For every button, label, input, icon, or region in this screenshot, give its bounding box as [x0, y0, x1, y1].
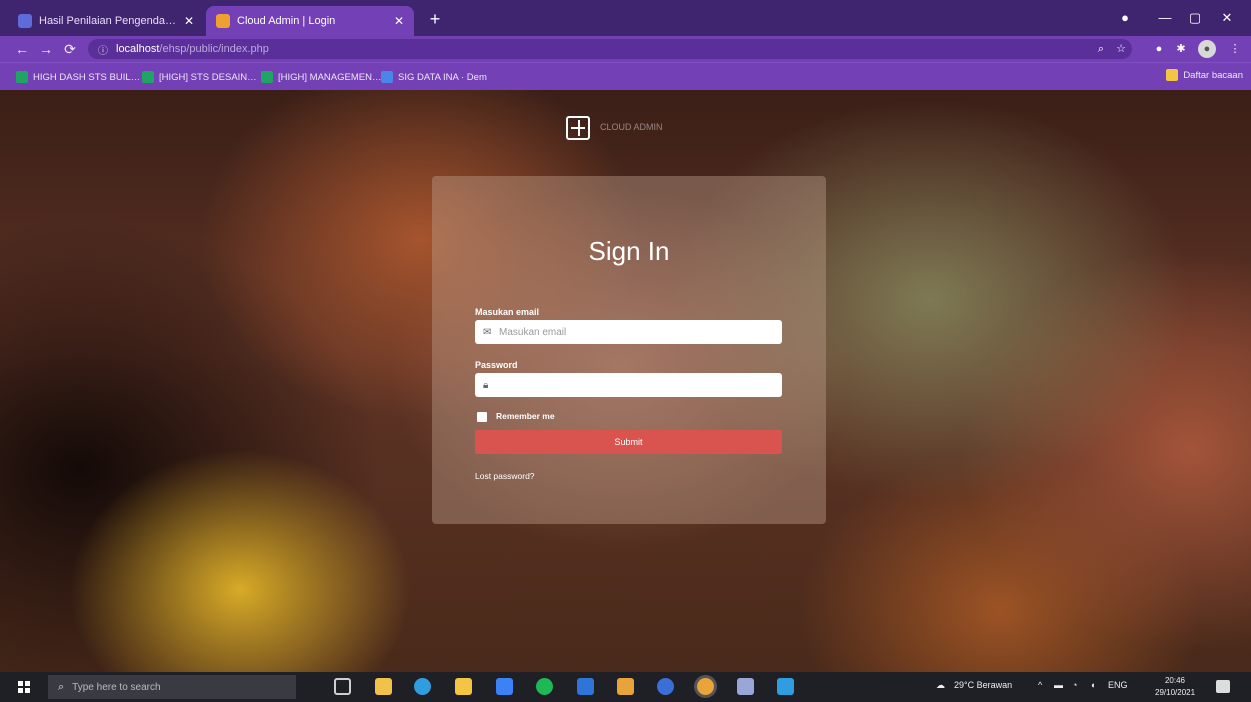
minimize-icon[interactable]: — [1150, 8, 1180, 28]
login-card: Sign In Masukan email ✉ Password 🔒︎ Reme… [432, 176, 826, 524]
close-icon[interactable]: ✕ [184, 14, 194, 28]
reading-list[interactable]: Daftar bacaan [1166, 69, 1243, 81]
chrome-icon[interactable] [697, 678, 714, 695]
bookmark-green-icon [261, 71, 273, 83]
spotify-icon[interactable] [536, 678, 553, 695]
file-explorer-icon[interactable] [375, 678, 392, 695]
reading-list-icon [1166, 69, 1179, 81]
clock[interactable]: 20:46 29/10/2021 [1155, 675, 1195, 699]
remember-label: Remember me [496, 411, 555, 421]
tab-title: Cloud Admin | Login [237, 15, 336, 27]
app-red-blue-icon[interactable] [657, 678, 674, 695]
forward-icon[interactable]: → [36, 39, 56, 59]
zoom-icon[interactable]: ⌕ [1092, 40, 1110, 58]
spreadsheet-favicon-icon [18, 14, 32, 28]
tab-title: Hasil Penilaian Pengendalian … [39, 15, 178, 27]
edge-icon[interactable] [414, 678, 431, 695]
submit-button[interactable]: Submit [475, 430, 782, 454]
bookmark-green-icon [16, 71, 28, 83]
bookmark-item[interactable]: [HIGH] STS DESAIN… [142, 69, 257, 85]
new-tab-button[interactable]: + [424, 8, 446, 30]
taskbar: ⌕ Type here to search ☁ 29°C Berawan ^ ▬… [0, 672, 1251, 702]
email-input[interactable] [499, 326, 769, 338]
email-label: Masukan email [475, 307, 540, 317]
remember-checkbox[interactable] [477, 412, 487, 422]
mail-icon[interactable] [496, 678, 513, 695]
logo-text: CLOUD ADMIN [600, 122, 663, 132]
reload-icon[interactable]: ⟳ [60, 39, 80, 59]
clock-time: 20:46 [1164, 676, 1186, 685]
notification-icon[interactable] [1216, 680, 1230, 693]
page-title: Sign In [588, 236, 670, 266]
search-icon: ⌕ [58, 680, 65, 693]
bookmark-label: HIGH DASH STS BUIL… [33, 71, 141, 83]
bookmark-label: SIG DATA INA · Dem [398, 71, 487, 83]
email-field[interactable]: ✉ [475, 320, 782, 344]
weather-text[interactable]: 29°C Berawan [954, 680, 1012, 690]
store-icon[interactable] [455, 678, 472, 695]
browser-tab-1[interactable]: Cloud Admin | Login ✕ [206, 6, 414, 36]
cloud-admin-favicon-icon [216, 14, 230, 28]
battery-icon[interactable]: ▬ [1054, 680, 1063, 690]
menu-icon[interactable]: ⋮ [1226, 40, 1244, 58]
chevron-up-icon[interactable]: ^ [1038, 680, 1042, 690]
bookmark-blue-icon [381, 71, 393, 83]
lost-password-link[interactable]: Lost password? [475, 471, 535, 481]
extension-icon[interactable]: ● [1150, 40, 1168, 58]
address-bar[interactable]: ⓘ localhost /ehsp/public/index.php [88, 39, 1132, 59]
page-background: CLOUD ADMIN Sign In Masukan email ✉ Pass… [0, 90, 1251, 672]
browser-toolbar: ← → ⟳ ⓘ localhost /ehsp/public/index.php [0, 36, 1251, 62]
url-host: localhost [116, 43, 160, 55]
password-input[interactable] [499, 379, 769, 391]
taskbar-search[interactable]: ⌕ Type here to search [48, 675, 296, 699]
weather-icon[interactable]: ☁ [936, 680, 945, 691]
maximize-icon[interactable]: ▢ [1180, 8, 1210, 28]
bookmark-item[interactable]: [HIGH] MANAGEMEN… [261, 69, 381, 85]
close-icon[interactable]: ✕ [394, 14, 404, 28]
close-window-icon[interactable]: ✕ [1212, 8, 1242, 28]
url-path: /ehsp/public/index.php [159, 43, 269, 55]
search-placeholder: Type here to search [72, 681, 161, 693]
lock-icon: 🔒︎ [483, 379, 489, 391]
vscode-icon[interactable] [777, 678, 794, 695]
profile-dot-icon[interactable]: ● [1110, 8, 1140, 28]
bookmark-item[interactable]: SIG DATA INA · Dem [381, 69, 487, 85]
bookmarks-bar: HIGH DASH STS BUIL… [HIGH] STS DESAIN… [… [0, 62, 1251, 90]
logo-icon [566, 116, 590, 140]
envelope-icon: ✉ [483, 326, 492, 338]
bookmark-label: [HIGH] STS DESAIN… [159, 71, 257, 83]
avatar[interactable]: ● [1198, 40, 1216, 58]
volume-icon[interactable]: ◖ [1090, 680, 1095, 690]
password-field[interactable]: 🔒︎ [475, 373, 782, 397]
language-indicator[interactable]: ENG [1108, 680, 1128, 690]
reading-list-label: Daftar bacaan [1183, 69, 1243, 81]
app-orange-icon[interactable] [617, 678, 634, 695]
back-icon[interactable]: ← [12, 39, 32, 59]
clock-date: 29/10/2021 [1155, 688, 1196, 697]
browser-tab-bar: Hasil Penilaian Pengendalian … ✕ Cloud A… [0, 0, 1251, 36]
bookmark-label: [HIGH] MANAGEMEN… [278, 71, 382, 83]
bookmark-item[interactable]: HIGH DASH STS BUIL… [16, 69, 140, 85]
screen: Hasil Penilaian Pengendalian … ✕ Cloud A… [0, 0, 1251, 702]
password-label: Password [475, 360, 518, 370]
puzzle-icon[interactable]: ✱ [1172, 40, 1190, 58]
shield-app-icon[interactable] [737, 678, 754, 695]
bookmark-star-icon[interactable]: ☆ [1112, 40, 1130, 58]
browser-tab-0[interactable]: Hasil Penilaian Pengendalian … ✕ [8, 6, 204, 36]
windows-start-icon[interactable] [18, 681, 30, 693]
task-view-icon[interactable] [334, 678, 351, 695]
network-icon[interactable]: ◔ [1072, 680, 1077, 690]
info-icon[interactable]: ⓘ [98, 42, 108, 57]
app-blue-icon[interactable] [577, 678, 594, 695]
bookmark-green-icon [142, 71, 154, 83]
